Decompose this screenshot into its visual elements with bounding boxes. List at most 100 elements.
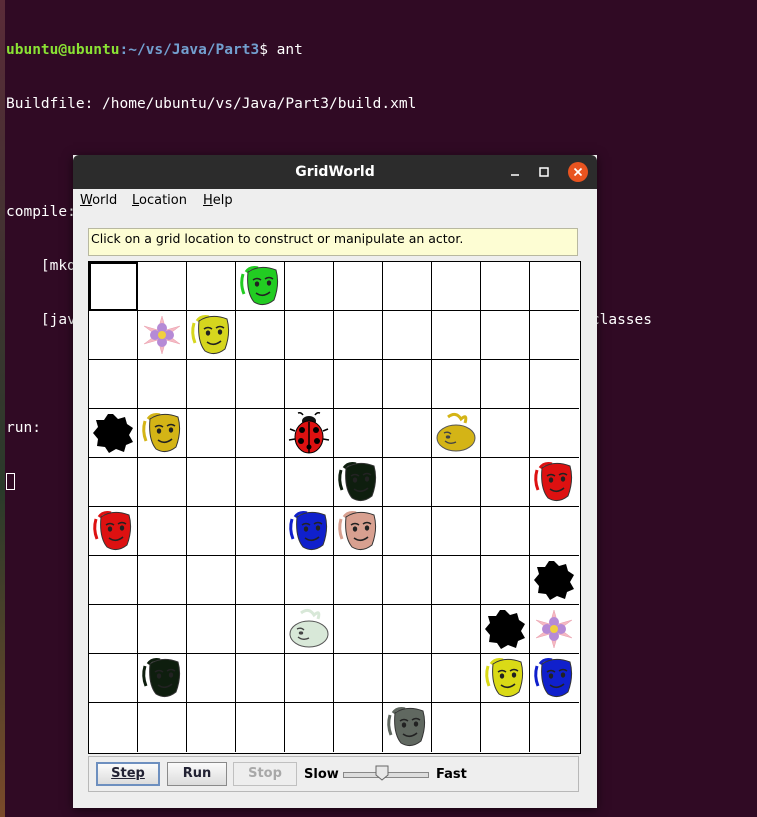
grid-cell[interactable] bbox=[481, 262, 530, 311]
grid-cell[interactable] bbox=[334, 654, 383, 703]
stop-button[interactable]: Stop bbox=[233, 762, 297, 786]
grid-cell[interactable] bbox=[89, 360, 138, 409]
grid-cell[interactable] bbox=[236, 311, 285, 360]
window-titlebar[interactable]: GridWorld bbox=[73, 155, 597, 189]
grid-cell[interactable] bbox=[89, 409, 138, 458]
grid-cell[interactable] bbox=[383, 556, 432, 605]
grid-cell[interactable] bbox=[236, 556, 285, 605]
grid-cell[interactable] bbox=[334, 458, 383, 507]
grid-cell[interactable] bbox=[334, 556, 383, 605]
grid-cell[interactable] bbox=[187, 311, 236, 360]
grid-cell[interactable] bbox=[432, 605, 481, 654]
grid-cell[interactable] bbox=[334, 605, 383, 654]
menu-help[interactable]: Help bbox=[203, 193, 233, 208]
world-grid[interactable] bbox=[88, 261, 581, 754]
grid-cell[interactable] bbox=[383, 262, 432, 311]
grid-cell[interactable] bbox=[89, 654, 138, 703]
grid-cell[interactable] bbox=[89, 605, 138, 654]
grid-cell[interactable] bbox=[285, 605, 334, 654]
grid-cell[interactable] bbox=[285, 360, 334, 409]
grid-cell[interactable] bbox=[334, 409, 383, 458]
grid-cell[interactable] bbox=[530, 507, 579, 556]
grid-cell[interactable] bbox=[383, 409, 432, 458]
maximize-icon[interactable] bbox=[535, 163, 553, 181]
grid-cell[interactable] bbox=[89, 703, 138, 752]
grid-cell[interactable] bbox=[236, 409, 285, 458]
grid-cell[interactable] bbox=[481, 507, 530, 556]
grid-cell[interactable] bbox=[187, 703, 236, 752]
grid-cell[interactable] bbox=[285, 556, 334, 605]
grid-cell[interactable] bbox=[187, 458, 236, 507]
grid-cell[interactable] bbox=[481, 360, 530, 409]
grid-cell[interactable] bbox=[481, 605, 530, 654]
grid-cell[interactable] bbox=[187, 654, 236, 703]
grid-cell[interactable] bbox=[89, 262, 138, 311]
grid-cell[interactable] bbox=[285, 311, 334, 360]
grid-cell[interactable] bbox=[383, 507, 432, 556]
grid-cell[interactable] bbox=[432, 409, 481, 458]
grid-cell[interactable] bbox=[236, 703, 285, 752]
grid-cell[interactable] bbox=[432, 458, 481, 507]
grid-cell[interactable] bbox=[187, 556, 236, 605]
grid-cell[interactable] bbox=[334, 311, 383, 360]
grid-cell[interactable] bbox=[481, 458, 530, 507]
grid-cell[interactable] bbox=[334, 507, 383, 556]
grid-cell[interactable] bbox=[138, 262, 187, 311]
grid-cell[interactable] bbox=[285, 703, 334, 752]
menu-world[interactable]: World bbox=[80, 193, 117, 208]
grid-cell[interactable] bbox=[530, 409, 579, 458]
grid-cell[interactable] bbox=[138, 556, 187, 605]
speed-slider-thumb[interactable] bbox=[375, 765, 389, 781]
grid-cell[interactable] bbox=[138, 409, 187, 458]
grid-cell[interactable] bbox=[481, 703, 530, 752]
grid-cell[interactable] bbox=[432, 654, 481, 703]
grid-cell[interactable] bbox=[530, 556, 579, 605]
grid-cell[interactable] bbox=[187, 262, 236, 311]
grid-cell[interactable] bbox=[383, 654, 432, 703]
grid-cell[interactable] bbox=[530, 262, 579, 311]
grid-cell[interactable] bbox=[236, 605, 285, 654]
grid-cell[interactable] bbox=[432, 311, 481, 360]
grid-cell[interactable] bbox=[383, 360, 432, 409]
grid-cell[interactable] bbox=[138, 360, 187, 409]
grid-cell[interactable] bbox=[138, 311, 187, 360]
grid-cell[interactable] bbox=[187, 507, 236, 556]
grid-cell[interactable] bbox=[236, 458, 285, 507]
grid-cell[interactable] bbox=[481, 654, 530, 703]
grid-cell[interactable] bbox=[89, 556, 138, 605]
grid-cell[interactable] bbox=[138, 507, 187, 556]
grid-cell[interactable] bbox=[285, 262, 334, 311]
grid-cell[interactable] bbox=[530, 605, 579, 654]
grid-cell[interactable] bbox=[481, 556, 530, 605]
grid-cell[interactable] bbox=[530, 703, 579, 752]
grid-cell[interactable] bbox=[530, 458, 579, 507]
grid-cell[interactable] bbox=[383, 605, 432, 654]
grid-cell[interactable] bbox=[236, 360, 285, 409]
grid-cell[interactable] bbox=[530, 654, 579, 703]
grid-cell[interactable] bbox=[285, 507, 334, 556]
grid-cell[interactable] bbox=[138, 458, 187, 507]
grid-cell[interactable] bbox=[138, 703, 187, 752]
grid-cell[interactable] bbox=[285, 458, 334, 507]
grid-cell[interactable] bbox=[334, 360, 383, 409]
step-button[interactable]: Step bbox=[96, 762, 160, 786]
grid-cell[interactable] bbox=[334, 703, 383, 752]
grid-cell[interactable] bbox=[89, 507, 138, 556]
grid-cell[interactable] bbox=[432, 262, 481, 311]
grid-cell[interactable] bbox=[236, 507, 285, 556]
grid-cell[interactable] bbox=[138, 605, 187, 654]
grid-cell[interactable] bbox=[432, 360, 481, 409]
close-icon[interactable] bbox=[568, 162, 588, 182]
grid-cell[interactable] bbox=[187, 605, 236, 654]
grid-cell[interactable] bbox=[530, 360, 579, 409]
grid-cell[interactable] bbox=[432, 556, 481, 605]
grid-cell[interactable] bbox=[432, 703, 481, 752]
minimize-icon[interactable] bbox=[506, 163, 524, 181]
grid-cell[interactable] bbox=[138, 654, 187, 703]
grid-cell[interactable] bbox=[383, 458, 432, 507]
run-button[interactable]: Run bbox=[167, 762, 227, 786]
grid-cell[interactable] bbox=[236, 654, 285, 703]
grid-cell[interactable] bbox=[285, 654, 334, 703]
grid-cell[interactable] bbox=[481, 409, 530, 458]
grid-cell[interactable] bbox=[285, 409, 334, 458]
